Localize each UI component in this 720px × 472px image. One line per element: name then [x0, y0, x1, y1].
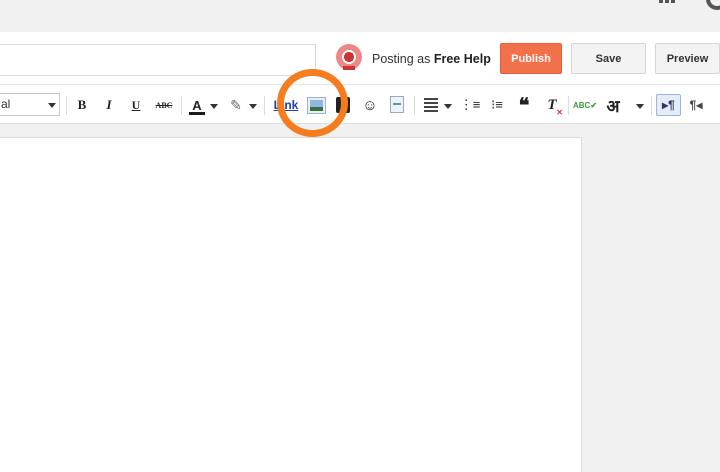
highlight-color-icon[interactable]: ✎ [228, 95, 244, 115]
chevron-down-icon[interactable] [249, 104, 257, 109]
chevron-down-icon[interactable] [210, 104, 218, 109]
italic-button[interactable]: I [102, 95, 116, 115]
toolbar-divider [414, 96, 415, 115]
emoji-icon[interactable]: ☺ [362, 95, 378, 115]
strikethrough-button[interactable]: ABC [154, 95, 174, 115]
quote-icon[interactable]: ❝ [516, 95, 532, 117]
toolbar-divider [66, 96, 67, 115]
ordered-list-icon[interactable]: ⋮≡ [460, 95, 481, 115]
top-bar [0, 0, 720, 32]
toolbar-divider [568, 96, 569, 115]
bold-button[interactable]: B [75, 95, 89, 115]
text-color-icon[interactable]: A [189, 95, 205, 115]
toolbar-divider [264, 96, 265, 115]
preview-button[interactable]: Preview [655, 43, 720, 74]
chevron-down-icon[interactable] [636, 104, 644, 109]
save-button[interactable]: Save [571, 43, 646, 74]
editor-toolbar: al B I U ABC A ✎ Link ☺ ⋮≡ ⁝≡ ❝ T ABC✔ अ… [0, 84, 720, 124]
post-body-editor[interactable] [0, 137, 582, 472]
publish-button[interactable]: Publish [500, 43, 562, 74]
toolbar-divider [651, 96, 652, 115]
font-select[interactable]: al [0, 93, 60, 116]
posting-as-prefix: Posting as [372, 52, 431, 66]
blog-avatar-icon [336, 44, 362, 70]
underline-button[interactable]: U [129, 95, 143, 115]
annotation-circle [277, 69, 348, 137]
posting-as-label: Posting as Free Help [372, 52, 491, 66]
rtl-icon[interactable]: ¶◂ [688, 95, 704, 115]
ltr-icon[interactable]: ▸¶ [656, 94, 681, 116]
transliterate-icon[interactable]: अ [605, 95, 621, 116]
posting-as-name: Free Help [433, 52, 491, 66]
spellcheck-icon[interactable]: ABC✔ [573, 95, 597, 115]
clear-format-icon[interactable]: T [544, 95, 563, 118]
bullet-list-icon[interactable]: ⁝≡ [489, 95, 505, 115]
jump-break-icon[interactable] [390, 96, 404, 113]
font-select-value: al [1, 97, 11, 111]
apps-grid-icon[interactable] [659, 0, 675, 8]
chevron-down-icon [48, 103, 56, 108]
toolbar-divider [181, 96, 182, 115]
chevron-down-icon[interactable] [444, 104, 452, 109]
post-title-input[interactable] [0, 44, 316, 76]
align-icon[interactable] [424, 95, 438, 115]
